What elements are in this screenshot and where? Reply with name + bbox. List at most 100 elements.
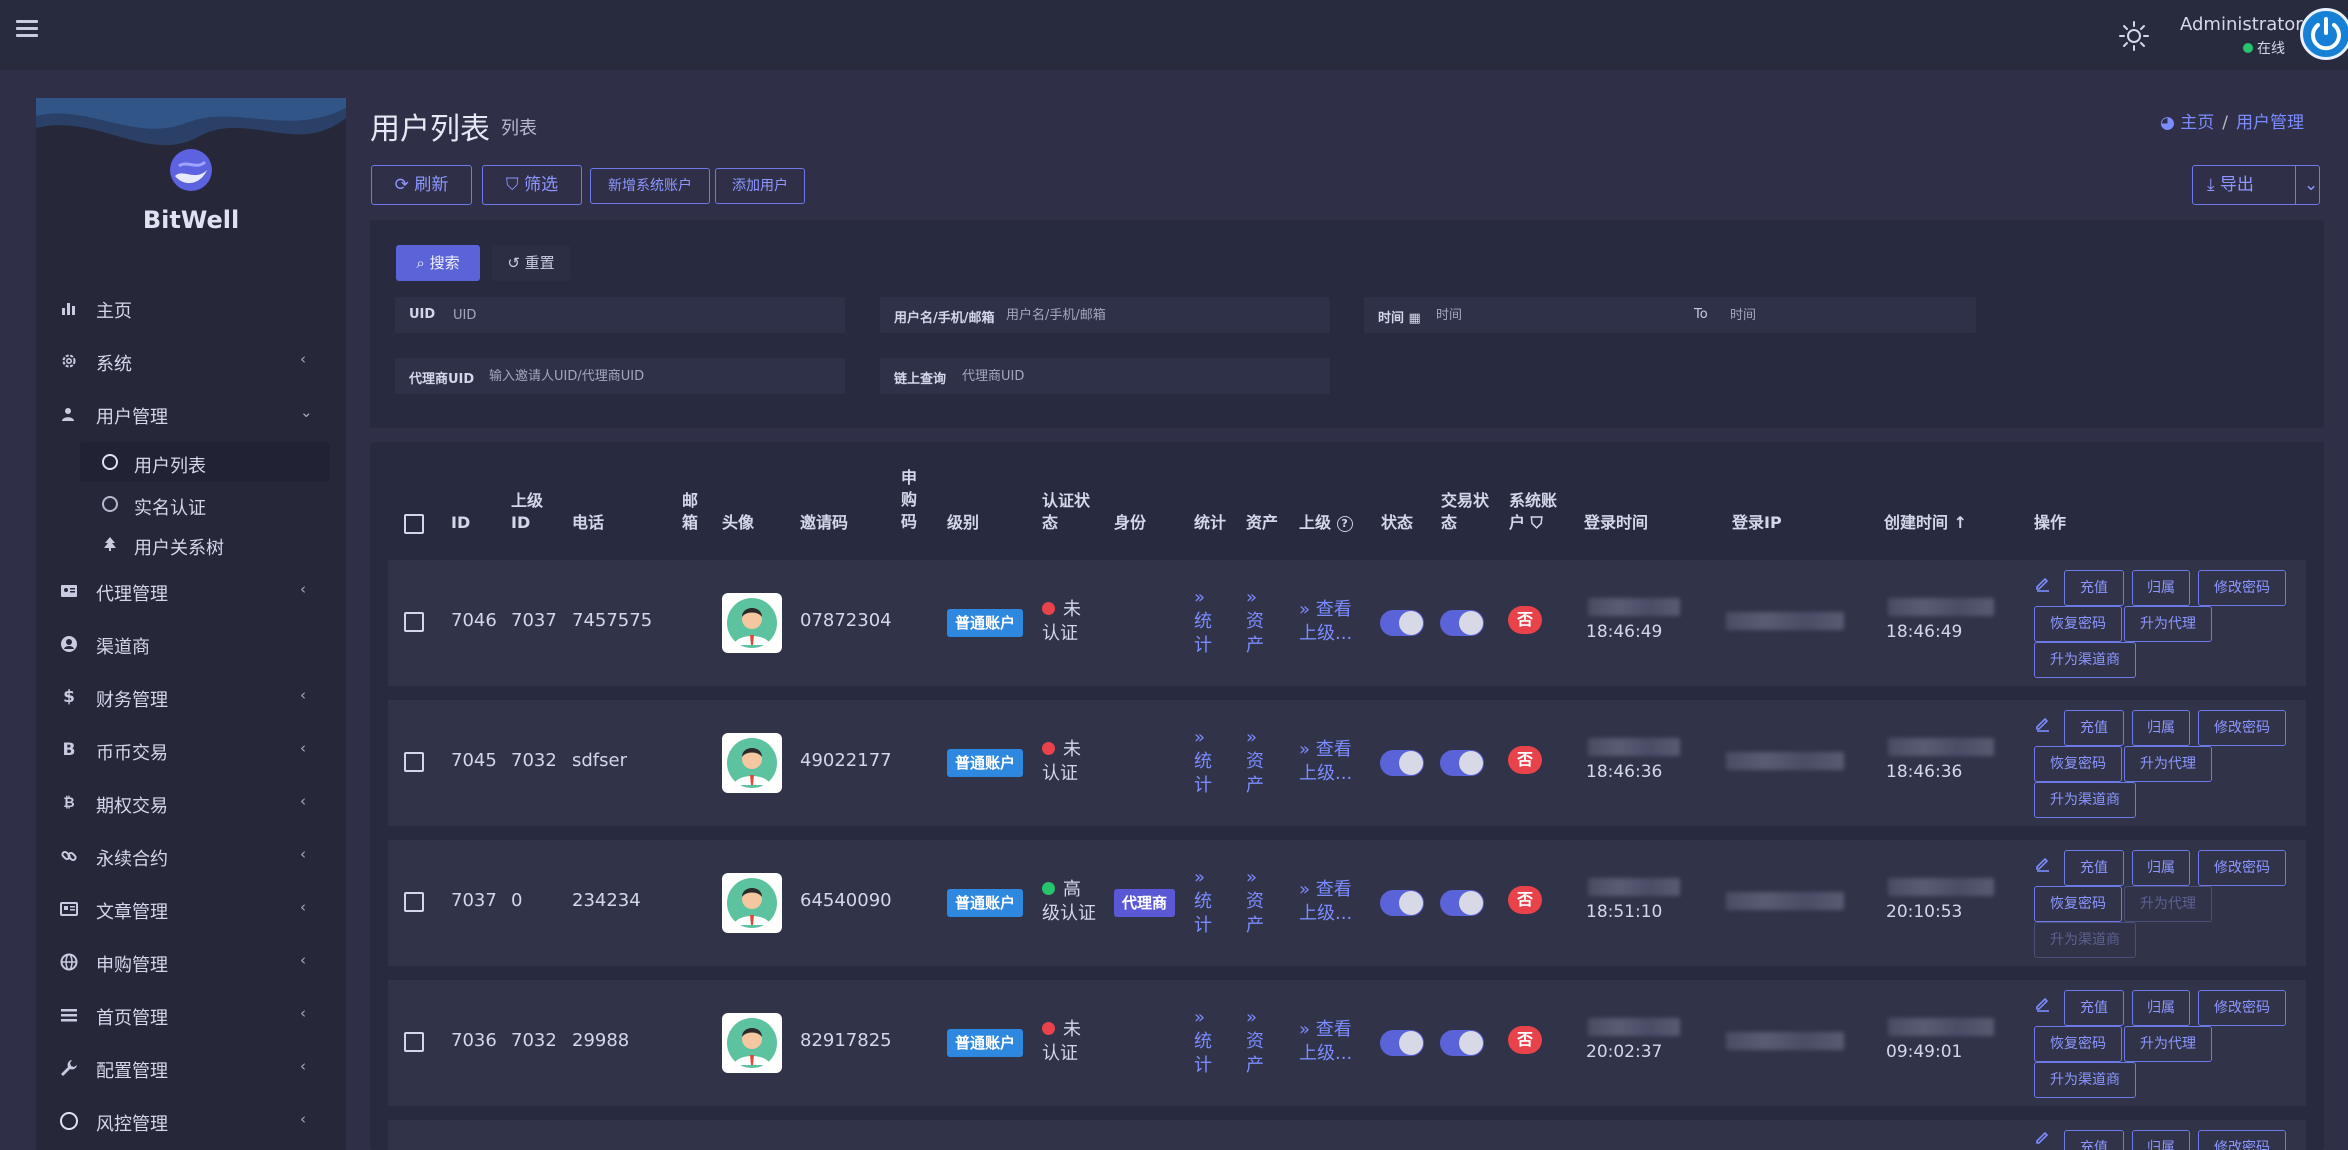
- sidebar-item-options[interactable]: ₿ 期权交易 ‹: [36, 782, 346, 822]
- agent-uid-input[interactable]: [489, 358, 833, 394]
- time-end-input[interactable]: [1730, 297, 1966, 333]
- admin-name[interactable]: Administrator: [2180, 14, 2303, 35]
- change-password-button[interactable]: 修改密码: [2198, 710, 2286, 746]
- view-parent-link[interactable]: » 查看 上级...: [1299, 598, 1352, 646]
- recharge-button[interactable]: 充值: [2064, 990, 2124, 1026]
- sidebar-item-homepage[interactable]: 首页管理 ‹: [36, 994, 346, 1034]
- export-dropdown-chevron-icon[interactable]: ⌄: [2295, 166, 2318, 204]
- sidebar-subitem-real-name[interactable]: 实名认证: [80, 484, 330, 524]
- filter-funnel-icon[interactable]: ⛉: [1531, 513, 1543, 532]
- row-checkbox[interactable]: [404, 1032, 424, 1052]
- sidebar-item-agent[interactable]: 代理管理 ‹: [36, 570, 346, 610]
- select-all-checkbox[interactable]: [404, 514, 424, 534]
- assets-link[interactable]: » 资产: [1246, 1006, 1264, 1078]
- uid-input[interactable]: [453, 297, 833, 333]
- edit-icon[interactable]: [2034, 1128, 2052, 1146]
- status-toggle[interactable]: [1380, 890, 1424, 916]
- header-parent[interactable]: 上级 ?: [1299, 512, 1353, 534]
- change-password-button[interactable]: 修改密码: [2198, 1130, 2286, 1150]
- header-login-ip[interactable]: 登录IP: [1732, 512, 1782, 534]
- sidebar-subitem-user-list[interactable]: 用户列表: [80, 442, 330, 482]
- user-avatar[interactable]: [722, 1013, 782, 1073]
- sidebar-item-config[interactable]: 配置管理 ‹: [36, 1047, 346, 1087]
- assets-link[interactable]: » 资产: [1246, 586, 1264, 658]
- breadcrumb-home[interactable]: 主页: [2180, 113, 2214, 133]
- sidebar-item-subscription[interactable]: 申购管理 ‹: [36, 941, 346, 981]
- recharge-button[interactable]: 充值: [2064, 710, 2124, 746]
- sidebar-item-channel[interactable]: 渠道商: [36, 623, 346, 663]
- header-id[interactable]: ID: [451, 512, 470, 534]
- sidebar-item-system[interactable]: 系统 ‹: [36, 340, 346, 380]
- header-stats[interactable]: 统计: [1194, 512, 1226, 534]
- sort-arrow-up-icon[interactable]: ↑: [1954, 513, 1967, 532]
- promote-channel-button[interactable]: 升为渠道商: [2034, 922, 2136, 958]
- sidebar-item-home[interactable]: 主页: [36, 287, 346, 327]
- sidebar-item-risk[interactable]: 风控管理 ‹: [36, 1100, 346, 1140]
- promote-agent-button[interactable]: 升为代理: [2124, 1026, 2212, 1062]
- recharge-button[interactable]: 充值: [2064, 850, 2124, 886]
- help-circle-icon[interactable]: ?: [1336, 516, 1353, 532]
- trade-status-toggle[interactable]: [1440, 750, 1484, 776]
- reset-password-button[interactable]: 恢复密码: [2034, 1026, 2122, 1062]
- header-level[interactable]: 级别: [947, 512, 979, 534]
- edit-icon[interactable]: [2034, 714, 2052, 732]
- promote-agent-button[interactable]: 升为代理: [2124, 886, 2212, 922]
- header-auth-status[interactable]: 认证状态: [1042, 490, 1090, 534]
- reset-password-button[interactable]: 恢复密码: [2034, 886, 2122, 922]
- stats-link[interactable]: » 统计: [1194, 866, 1212, 938]
- row-checkbox[interactable]: [404, 752, 424, 772]
- reset-button[interactable]: ↺ 重置: [492, 245, 570, 281]
- header-system-account[interactable]: 系统账户 ⛉: [1509, 490, 1557, 534]
- search-button[interactable]: ⌕ 搜索: [396, 245, 480, 281]
- trade-status-toggle[interactable]: [1440, 610, 1484, 636]
- header-email[interactable]: 邮箱: [682, 490, 698, 534]
- export-button[interactable]: ⤓ 导出 ⌄: [2192, 165, 2320, 205]
- assets-link[interactable]: » 资产: [1246, 866, 1264, 938]
- sidebar-item-finance[interactable]: $ 财务管理 ‹: [36, 676, 346, 716]
- header-assets[interactable]: 资产: [1246, 512, 1278, 534]
- change-password-button[interactable]: 修改密码: [2198, 990, 2286, 1026]
- edit-icon[interactable]: [2034, 574, 2052, 592]
- menu-toggle-icon[interactable]: [16, 20, 38, 42]
- sidebar-item-spot-trade[interactable]: B 币币交易 ‹: [36, 729, 346, 769]
- assets-link[interactable]: » 资产: [1246, 726, 1264, 798]
- promote-channel-button[interactable]: 升为渠道商: [2034, 1062, 2136, 1098]
- time-start-input[interactable]: [1436, 297, 1676, 333]
- belong-button[interactable]: 归属: [2132, 710, 2190, 746]
- filter-button[interactable]: ⛉ 筛选: [482, 165, 582, 205]
- user-avatar[interactable]: [722, 733, 782, 793]
- breadcrumb-current[interactable]: 用户管理: [2236, 113, 2304, 133]
- status-toggle[interactable]: [1380, 610, 1424, 636]
- header-phone[interactable]: 电话: [572, 512, 604, 534]
- sun-icon[interactable]: [2118, 20, 2150, 52]
- stats-link[interactable]: » 统计: [1194, 726, 1212, 798]
- header-sub-code[interactable]: 申购码: [901, 467, 917, 533]
- username-input[interactable]: [1006, 297, 1316, 333]
- sidebar-item-user-management[interactable]: 用户管理 ⌄: [36, 393, 346, 433]
- refresh-button[interactable]: ⟳ 刷新: [371, 165, 472, 205]
- status-toggle[interactable]: [1380, 750, 1424, 776]
- add-system-account-button[interactable]: 新增系统账户: [590, 168, 710, 204]
- header-login-time[interactable]: 登录时间: [1584, 512, 1648, 534]
- belong-button[interactable]: 归属: [2132, 990, 2190, 1026]
- header-trade-status[interactable]: 交易状态: [1441, 490, 1489, 534]
- stats-link[interactable]: » 统计: [1194, 1006, 1212, 1078]
- belong-button[interactable]: 归属: [2132, 1130, 2190, 1150]
- sidebar-item-perpetual[interactable]: 永续合约 ‹: [36, 835, 346, 875]
- promote-agent-button[interactable]: 升为代理: [2124, 746, 2212, 782]
- reset-password-button[interactable]: 恢复密码: [2034, 606, 2122, 642]
- chain-query-input[interactable]: [962, 358, 1318, 394]
- header-created-time[interactable]: 创建时间 ↑: [1884, 512, 1967, 534]
- status-toggle[interactable]: [1380, 1030, 1424, 1056]
- recharge-button[interactable]: 充值: [2064, 1130, 2124, 1150]
- sidebar-subitem-relation-tree[interactable]: 用户关系树: [80, 524, 330, 564]
- header-status[interactable]: 状态: [1381, 512, 1413, 534]
- header-avatar[interactable]: 头像: [722, 512, 754, 534]
- edit-icon[interactable]: [2034, 854, 2052, 872]
- stats-link[interactable]: » 统计: [1194, 586, 1212, 658]
- view-parent-link[interactable]: » 查看 上级...: [1299, 878, 1352, 926]
- promote-channel-button[interactable]: 升为渠道商: [2034, 642, 2136, 678]
- belong-button[interactable]: 归属: [2132, 850, 2190, 886]
- belong-button[interactable]: 归属: [2132, 570, 2190, 606]
- header-invite-code[interactable]: 邀请码: [800, 512, 848, 534]
